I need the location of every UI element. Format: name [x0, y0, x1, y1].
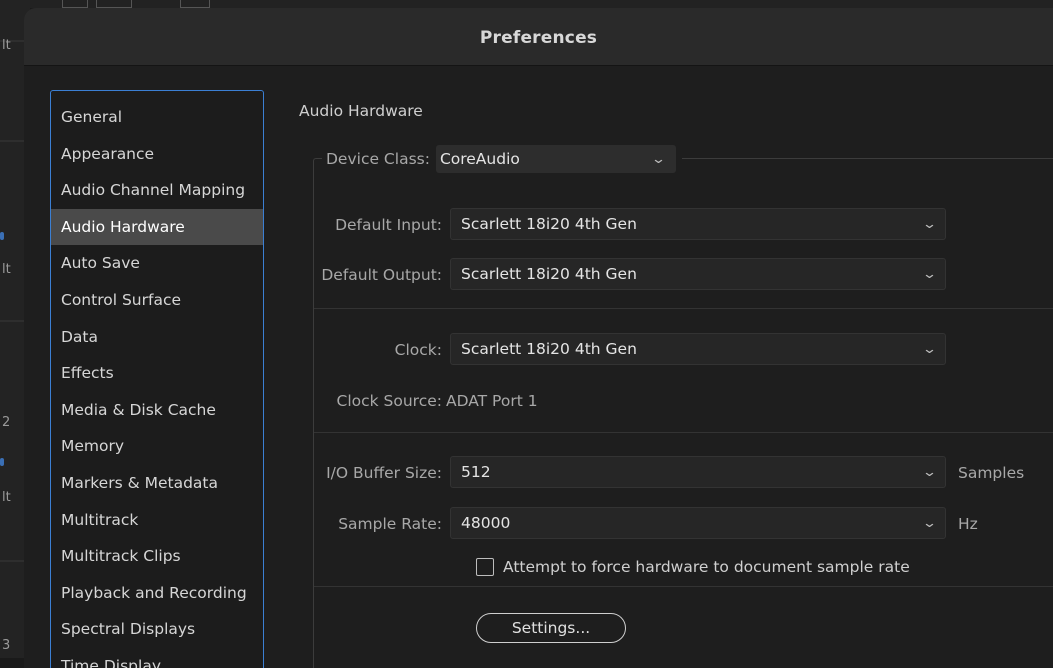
clock-source-label: Clock Source: [336, 392, 443, 410]
force-sample-rate-label: Attempt to force hardware to document sa… [503, 558, 910, 576]
device-class-label: Device Class: [326, 150, 430, 168]
sample-rate-value: 48000 [461, 514, 511, 532]
sample-rate-unit: Hz [958, 515, 978, 533]
sidebar-item-general[interactable]: General [51, 99, 263, 136]
clock-source-value: ADAT Port 1 [446, 392, 538, 410]
meter-icon [62, 0, 88, 8]
buffer-size-value: 512 [461, 463, 491, 481]
clock-label: Clock: [394, 341, 442, 359]
chevron-down-icon: ⌄ [921, 341, 938, 357]
section-title: Audio Hardware [299, 102, 423, 120]
sidebar-item-spectral-displays[interactable]: Spectral Displays [51, 611, 263, 648]
sidebar-item-auto-save[interactable]: Auto Save [51, 245, 263, 282]
device-class-row: Device Class: CoreAudio ⌄ [322, 145, 682, 173]
sidebar-item-effects[interactable]: Effects [51, 355, 263, 392]
section-divider [314, 308, 1053, 309]
sidebar-item-media-disk-cache[interactable]: Media & Disk Cache [51, 392, 263, 429]
default-output-dropdown[interactable]: Scarlett 18i20 4th Gen ⌄ [450, 258, 946, 290]
background-text: 3 [2, 638, 11, 653]
sidebar-item-multitrack[interactable]: Multitrack [51, 502, 263, 539]
preferences-category-list[interactable]: General Appearance Audio Channel Mapping Au… [50, 90, 264, 668]
buffer-size-unit: Samples [958, 464, 1025, 482]
buffer-size-label: I/O Buffer Size: [326, 464, 442, 482]
device-class-dropdown[interactable]: CoreAudio ⌄ [435, 145, 676, 173]
clock-value: Scarlett 18i20 4th Gen [461, 340, 637, 358]
force-sample-rate-checkbox[interactable] [476, 558, 494, 576]
sample-rate-label: Sample Rate: [338, 515, 442, 533]
force-sample-rate-row[interactable]: Attempt to force hardware to document sa… [476, 558, 910, 576]
buffer-size-dropdown[interactable]: 512 ⌄ [450, 456, 946, 488]
chevron-down-icon: ⌄ [921, 216, 938, 232]
section-divider [314, 586, 1053, 587]
background-toolbar [30, 0, 1053, 8]
chevron-down-icon: ⌄ [921, 266, 938, 282]
sidebar-item-audio-channel-mapping[interactable]: Audio Channel Mapping [51, 172, 263, 209]
sidebar-item-data[interactable]: Data [51, 319, 263, 356]
clock-dropdown[interactable]: Scarlett 18i20 4th Gen ⌄ [450, 333, 946, 365]
title-bar[interactable]: Preferences [24, 8, 1053, 66]
chevron-down-icon: ⌄ [921, 515, 938, 531]
section-divider [314, 432, 1053, 433]
settings-button[interactable]: Settings... [476, 613, 626, 643]
sidebar-item-audio-hardware[interactable]: Audio Hardware [51, 208, 263, 246]
preferences-dialog: Preferences General Appearance Audio Chann… [24, 8, 1053, 668]
default-input-dropdown[interactable]: Scarlett 18i20 4th Gen ⌄ [450, 208, 946, 240]
background-text: 2 [2, 415, 11, 430]
dialog-title: Preferences [479, 28, 598, 48]
default-output-label: Default Output: [321, 266, 442, 284]
background-text: lt [2, 38, 11, 53]
audio-hardware-panel: Audio Hardware Device Class: CoreAudio ⌄… [294, 90, 1053, 668]
background-text: lt [2, 262, 11, 277]
sidebar-item-control-surface[interactable]: Control Surface [51, 282, 263, 319]
sidebar-item-markers-metadata[interactable]: Markers & Metadata [51, 465, 263, 502]
background-indicator [0, 458, 4, 466]
default-input-label: Default Input: [335, 216, 442, 234]
chevron-down-icon: ⌄ [650, 151, 667, 167]
chevron-down-icon: ⌄ [921, 464, 938, 480]
default-output-value: Scarlett 18i20 4th Gen [461, 265, 637, 283]
default-input-value: Scarlett 18i20 4th Gen [461, 215, 637, 233]
wireless-icon [180, 0, 210, 8]
device-class-value: CoreAudio [439, 150, 520, 168]
sidebar-item-appearance[interactable]: Appearance [51, 136, 263, 173]
record-icon [96, 0, 132, 8]
sidebar-item-playback-and-recording[interactable]: Playback and Recording [51, 575, 263, 612]
background-text: lt [2, 490, 11, 505]
sidebar-item-memory[interactable]: Memory [51, 428, 263, 465]
sidebar-item-multitrack-clips[interactable]: Multitrack Clips [51, 538, 263, 575]
background-indicator [0, 232, 4, 240]
sample-rate-dropdown[interactable]: 48000 ⌄ [450, 507, 946, 539]
